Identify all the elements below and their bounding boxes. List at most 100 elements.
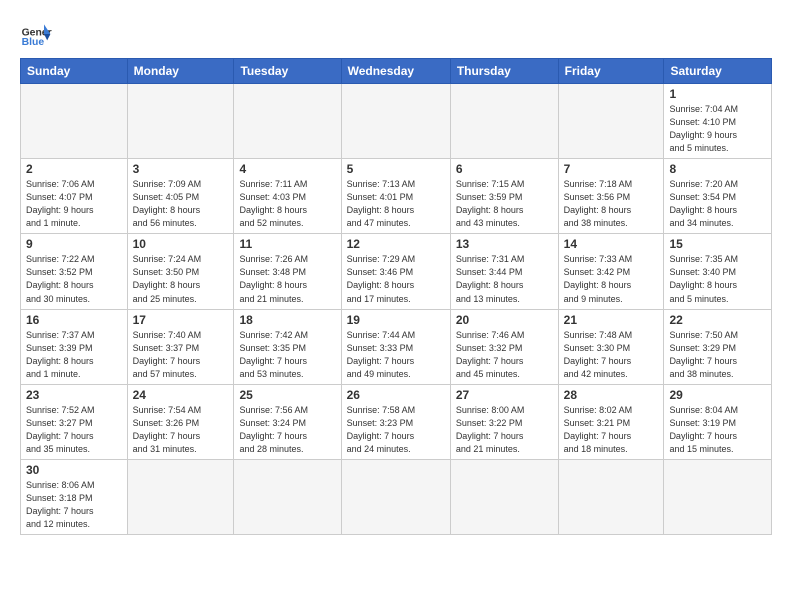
day-empty xyxy=(558,84,664,159)
calendar-table: SundayMondayTuesdayWednesdayThursdayFrid… xyxy=(20,58,772,535)
day-number: 5 xyxy=(347,162,445,176)
day-29: 29 Sunrise: 8:04 AM Sunset: 3:19 PM Dayli… xyxy=(664,384,772,459)
day-info: Sunrise: 7:20 AM Sunset: 3:54 PM Dayligh… xyxy=(669,178,766,230)
calendar-row: 23 Sunrise: 7:52 AM Sunset: 3:27 PM Dayli… xyxy=(21,384,772,459)
day-number: 19 xyxy=(347,313,445,327)
day-20: 20 Sunrise: 7:46 AM Sunset: 3:32 PM Dayli… xyxy=(450,309,558,384)
day-28: 28 Sunrise: 8:02 AM Sunset: 3:21 PM Dayli… xyxy=(558,384,664,459)
day-number: 10 xyxy=(133,237,229,251)
day-info: Sunrise: 7:44 AM Sunset: 3:33 PM Dayligh… xyxy=(347,329,445,381)
day-info: Sunrise: 8:02 AM Sunset: 3:21 PM Dayligh… xyxy=(564,404,659,456)
day-empty xyxy=(341,84,450,159)
day-number: 18 xyxy=(239,313,335,327)
day-info: Sunrise: 7:54 AM Sunset: 3:26 PM Dayligh… xyxy=(133,404,229,456)
day-info: Sunrise: 7:29 AM Sunset: 3:46 PM Dayligh… xyxy=(347,253,445,305)
day-number: 21 xyxy=(564,313,659,327)
day-number: 25 xyxy=(239,388,335,402)
day-22: 22Sunrise: 7:50 AM Sunset: 3:29 PM Dayli… xyxy=(664,309,772,384)
day-info: Sunrise: 8:06 AM Sunset: 3:18 PM Dayligh… xyxy=(26,479,122,531)
day-4: 4Sunrise: 7:11 AM Sunset: 4:03 PM Daylig… xyxy=(234,159,341,234)
day-12: 12 Sunrise: 7:29 AM Sunset: 3:46 PM Dayli… xyxy=(341,234,450,309)
day-info: Sunrise: 7:46 AM Sunset: 3:32 PM Dayligh… xyxy=(456,329,553,381)
day-info: Sunrise: 7:13 AM Sunset: 4:01 PM Dayligh… xyxy=(347,178,445,230)
day-info: Sunrise: 7:22 AM Sunset: 3:52 PM Dayligh… xyxy=(26,253,122,305)
day-info: Sunrise: 7:09 AM Sunset: 4:05 PM Dayligh… xyxy=(133,178,229,230)
day-21: 21 Sunrise: 7:48 AM Sunset: 3:30 PM Dayli… xyxy=(558,309,664,384)
weekday-header: Sunday xyxy=(21,59,128,84)
day-16: 16Sunrise: 7:37 AM Sunset: 3:39 PM Dayli… xyxy=(21,309,128,384)
day-number: 12 xyxy=(347,237,445,251)
weekday-header: Thursday xyxy=(450,59,558,84)
day-info: Sunrise: 7:42 AM Sunset: 3:35 PM Dayligh… xyxy=(239,329,335,381)
weekday-header: Tuesday xyxy=(234,59,341,84)
calendar-row: 1Sunrise: 7:04 AM Sunset: 4:10 PM Daylig… xyxy=(21,84,772,159)
weekday-header: Wednesday xyxy=(341,59,450,84)
day-number: 13 xyxy=(456,237,553,251)
day-empty xyxy=(664,459,772,534)
day-27: 27Sunrise: 8:00 AM Sunset: 3:22 PM Dayli… xyxy=(450,384,558,459)
day-info: Sunrise: 7:24 AM Sunset: 3:50 PM Dayligh… xyxy=(133,253,229,305)
weekday-header: Saturday xyxy=(664,59,772,84)
day-info: Sunrise: 7:48 AM Sunset: 3:30 PM Dayligh… xyxy=(564,329,659,381)
day-3: 3 Sunrise: 7:09 AM Sunset: 4:05 PM Daylig… xyxy=(127,159,234,234)
logo: General Blue xyxy=(20,18,52,50)
day-number: 4 xyxy=(239,162,335,176)
day-26: 26Sunrise: 7:58 AM Sunset: 3:23 PM Dayli… xyxy=(341,384,450,459)
day-info: Sunrise: 8:04 AM Sunset: 3:19 PM Dayligh… xyxy=(669,404,766,456)
day-empty xyxy=(450,459,558,534)
day-number: 28 xyxy=(564,388,659,402)
day-empty xyxy=(127,84,234,159)
day-8: 8 Sunrise: 7:20 AM Sunset: 3:54 PM Daylig… xyxy=(664,159,772,234)
calendar-row: 30Sunrise: 8:06 AM Sunset: 3:18 PM Dayli… xyxy=(21,459,772,534)
day-number: 11 xyxy=(239,237,335,251)
day-1: 1Sunrise: 7:04 AM Sunset: 4:10 PM Daylig… xyxy=(664,84,772,159)
day-24: 24 Sunrise: 7:54 AM Sunset: 3:26 PM Dayli… xyxy=(127,384,234,459)
day-number: 24 xyxy=(133,388,229,402)
day-number: 8 xyxy=(669,162,766,176)
day-10: 10 Sunrise: 7:24 AM Sunset: 3:50 PM Dayli… xyxy=(127,234,234,309)
day-number: 1 xyxy=(669,87,766,101)
day-number: 14 xyxy=(564,237,659,251)
day-info: Sunrise: 7:35 AM Sunset: 3:40 PM Dayligh… xyxy=(669,253,766,305)
day-empty xyxy=(234,459,341,534)
day-25: 25 Sunrise: 7:56 AM Sunset: 3:24 PM Dayli… xyxy=(234,384,341,459)
day-5: 5 Sunrise: 7:13 AM Sunset: 4:01 PM Daylig… xyxy=(341,159,450,234)
day-7: 7 Sunrise: 7:18 AM Sunset: 3:56 PM Daylig… xyxy=(558,159,664,234)
day-number: 7 xyxy=(564,162,659,176)
day-number: 16 xyxy=(26,313,122,327)
day-23: 23 Sunrise: 7:52 AM Sunset: 3:27 PM Dayli… xyxy=(21,384,128,459)
calendar-row: 2 Sunrise: 7:06 AM Sunset: 4:07 PM Daylig… xyxy=(21,159,772,234)
day-19: 19 Sunrise: 7:44 AM Sunset: 3:33 PM Dayli… xyxy=(341,309,450,384)
day-empty xyxy=(558,459,664,534)
day-number: 15 xyxy=(669,237,766,251)
day-info: Sunrise: 7:31 AM Sunset: 3:44 PM Dayligh… xyxy=(456,253,553,305)
day-number: 6 xyxy=(456,162,553,176)
day-15: 15 Sunrise: 7:35 AM Sunset: 3:40 PM Dayli… xyxy=(664,234,772,309)
day-info: Sunrise: 7:18 AM Sunset: 3:56 PM Dayligh… xyxy=(564,178,659,230)
day-number: 29 xyxy=(669,388,766,402)
day-number: 23 xyxy=(26,388,122,402)
day-info: Sunrise: 7:52 AM Sunset: 3:27 PM Dayligh… xyxy=(26,404,122,456)
day-info: Sunrise: 7:26 AM Sunset: 3:48 PM Dayligh… xyxy=(239,253,335,305)
calendar-row: 9Sunrise: 7:22 AM Sunset: 3:52 PM Daylig… xyxy=(21,234,772,309)
day-6: 6 Sunrise: 7:15 AM Sunset: 3:59 PM Daylig… xyxy=(450,159,558,234)
day-18: 18 Sunrise: 7:42 AM Sunset: 3:35 PM Dayli… xyxy=(234,309,341,384)
day-info: Sunrise: 7:15 AM Sunset: 3:59 PM Dayligh… xyxy=(456,178,553,230)
day-empty xyxy=(450,84,558,159)
day-info: Sunrise: 7:40 AM Sunset: 3:37 PM Dayligh… xyxy=(133,329,229,381)
day-number: 3 xyxy=(133,162,229,176)
day-info: Sunrise: 7:58 AM Sunset: 3:23 PM Dayligh… xyxy=(347,404,445,456)
day-number: 17 xyxy=(133,313,229,327)
day-number: 27 xyxy=(456,388,553,402)
day-empty xyxy=(21,84,128,159)
weekday-header: Monday xyxy=(127,59,234,84)
day-info: Sunrise: 7:33 AM Sunset: 3:42 PM Dayligh… xyxy=(564,253,659,305)
day-14: 14 Sunrise: 7:33 AM Sunset: 3:42 PM Dayli… xyxy=(558,234,664,309)
day-empty xyxy=(341,459,450,534)
day-info: Sunrise: 7:06 AM Sunset: 4:07 PM Dayligh… xyxy=(26,178,122,230)
page-header: General Blue xyxy=(20,18,772,50)
day-number: 2 xyxy=(26,162,122,176)
day-13: 13 Sunrise: 7:31 AM Sunset: 3:44 PM Dayli… xyxy=(450,234,558,309)
day-number: 20 xyxy=(456,313,553,327)
day-info: Sunrise: 7:56 AM Sunset: 3:24 PM Dayligh… xyxy=(239,404,335,456)
